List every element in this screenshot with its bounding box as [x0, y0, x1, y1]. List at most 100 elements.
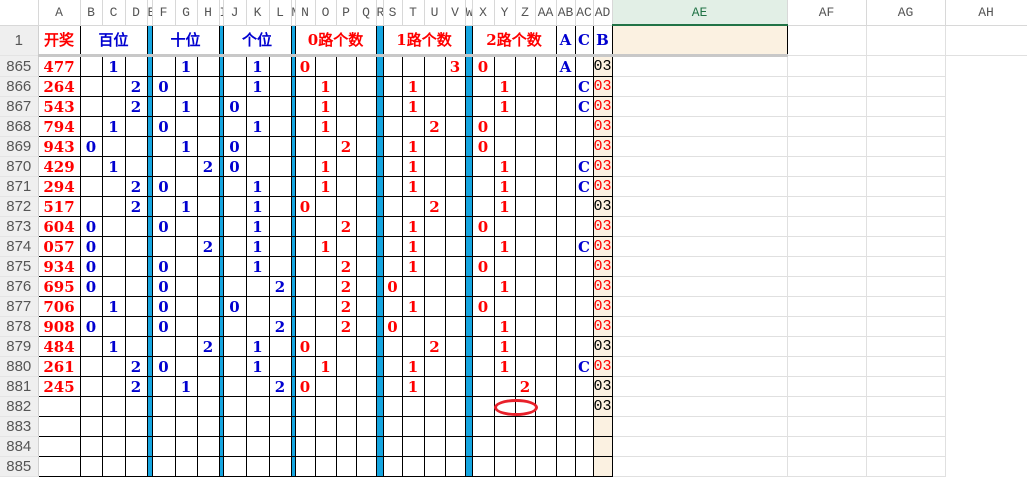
cell-ac[interactable]: C: [574, 96, 594, 117]
cell-k[interactable]: [245, 276, 270, 297]
cell-ag[interactable]: [786, 76, 867, 97]
cell-z[interactable]: [514, 196, 536, 217]
cell-o[interactable]: 1: [314, 76, 337, 97]
cell-s[interactable]: [382, 256, 403, 277]
cell-t[interactable]: 1: [401, 216, 425, 237]
cell-v[interactable]: [444, 276, 466, 297]
cell-b[interactable]: [79, 336, 103, 357]
cell-aa[interactable]: [534, 216, 557, 237]
route-groups-cell[interactable]: 0369-147-258: [592, 96, 613, 117]
cell-u[interactable]: [423, 456, 446, 477]
cell-af[interactable]: [611, 236, 788, 257]
cell-ah[interactable]: [865, 316, 946, 337]
cell-aa[interactable]: [534, 296, 557, 317]
cell-u[interactable]: [423, 356, 446, 377]
cell-g[interactable]: [174, 296, 198, 317]
cell-ab[interactable]: [555, 276, 576, 297]
route0-count-header[interactable]: 0路个数: [294, 24, 377, 57]
cell-u[interactable]: [423, 96, 446, 117]
cell-h[interactable]: [196, 456, 220, 477]
route-groups-cell[interactable]: [592, 436, 613, 457]
cell-d[interactable]: 2: [124, 376, 148, 397]
cell-ah[interactable]: [865, 116, 946, 137]
cell-af[interactable]: [611, 456, 788, 477]
cell-af[interactable]: [611, 296, 788, 317]
draw-number-cell[interactable]: 517: [37, 196, 81, 217]
draw-number-cell[interactable]: [37, 456, 81, 477]
row-number[interactable]: 871: [0, 176, 39, 197]
cell-k[interactable]: [245, 396, 270, 417]
cell-l[interactable]: 2: [268, 376, 292, 397]
cell-l[interactable]: [268, 416, 292, 437]
cell-f[interactable]: [151, 236, 176, 257]
cell-n[interactable]: [294, 236, 316, 257]
cell-s[interactable]: [382, 336, 403, 357]
cell-q[interactable]: [355, 256, 377, 277]
cell-t[interactable]: 1: [401, 376, 425, 397]
cell-x[interactable]: [471, 196, 495, 217]
cell-j[interactable]: 0: [222, 136, 247, 157]
cell-p[interactable]: [335, 236, 357, 257]
cell-ac[interactable]: [574, 436, 594, 457]
cell-ac[interactable]: [574, 116, 594, 137]
cell-t[interactable]: 1: [401, 176, 425, 197]
cell-q[interactable]: [355, 436, 377, 457]
cell-p[interactable]: 2: [335, 276, 357, 297]
cell-h[interactable]: [196, 55, 220, 77]
cell-j[interactable]: 0: [222, 296, 247, 317]
column-header-y[interactable]: Y: [494, 0, 516, 26]
cell-z[interactable]: [514, 216, 536, 237]
row-number[interactable]: 879: [0, 336, 39, 357]
cell-u[interactable]: 2: [423, 336, 446, 357]
row-number[interactable]: 874: [0, 236, 39, 257]
cell-x[interactable]: [471, 396, 495, 417]
draw-number-cell[interactable]: 264: [37, 76, 81, 97]
route-groups-cell[interactable]: 0369-147-258: [592, 396, 613, 417]
cell-z[interactable]: [514, 416, 536, 437]
cell-v[interactable]: [444, 396, 466, 417]
cell-x[interactable]: 0: [471, 116, 495, 137]
route-groups-cell[interactable]: 0369-147-258: [592, 336, 613, 357]
cell-t[interactable]: 1: [401, 296, 425, 317]
cell-q[interactable]: [355, 216, 377, 237]
cell-ab[interactable]: [555, 436, 576, 457]
column-header-x[interactable]: X: [472, 0, 495, 26]
cell-n[interactable]: [294, 176, 316, 197]
cell-ab[interactable]: [555, 216, 576, 237]
cell-s[interactable]: [382, 396, 403, 417]
cell-d[interactable]: [124, 55, 148, 77]
cell-t[interactable]: 1: [401, 356, 425, 377]
cell-t[interactable]: [401, 116, 425, 137]
cell-h[interactable]: [196, 296, 220, 317]
column-header-j[interactable]: J: [223, 0, 247, 26]
cell-o[interactable]: [314, 316, 337, 337]
cell-ah[interactable]: [865, 276, 946, 297]
cell-y[interactable]: 1: [493, 356, 516, 377]
cell-l[interactable]: [268, 456, 292, 477]
cell-c[interactable]: [101, 436, 126, 457]
cell-g[interactable]: [174, 316, 198, 337]
cell-s[interactable]: [382, 376, 403, 397]
draw-number-cell[interactable]: [37, 416, 81, 437]
cell-ab[interactable]: [555, 116, 576, 137]
cell-f[interactable]: [151, 156, 176, 177]
cell-n[interactable]: [294, 416, 316, 437]
cell-f[interactable]: [151, 96, 176, 117]
cell-n[interactable]: [294, 436, 316, 457]
cell-s[interactable]: [382, 76, 403, 97]
cell-b[interactable]: [79, 356, 103, 377]
cell-p[interactable]: [335, 396, 357, 417]
cell-ab[interactable]: [555, 416, 576, 437]
cell-y[interactable]: [493, 416, 516, 437]
cell-t[interactable]: 1: [401, 76, 425, 97]
cell-t[interactable]: 1: [401, 236, 425, 257]
cell-g[interactable]: [174, 176, 198, 197]
column-header-q[interactable]: Q: [356, 0, 377, 26]
cell-u[interactable]: [423, 176, 446, 197]
row-number[interactable]: 865: [0, 55, 39, 77]
cell-z[interactable]: [514, 96, 536, 117]
draw-number-cell[interactable]: 245: [37, 376, 81, 397]
cell-b[interactable]: [79, 396, 103, 417]
cell-p[interactable]: [335, 336, 357, 357]
cell-h[interactable]: [196, 376, 220, 397]
